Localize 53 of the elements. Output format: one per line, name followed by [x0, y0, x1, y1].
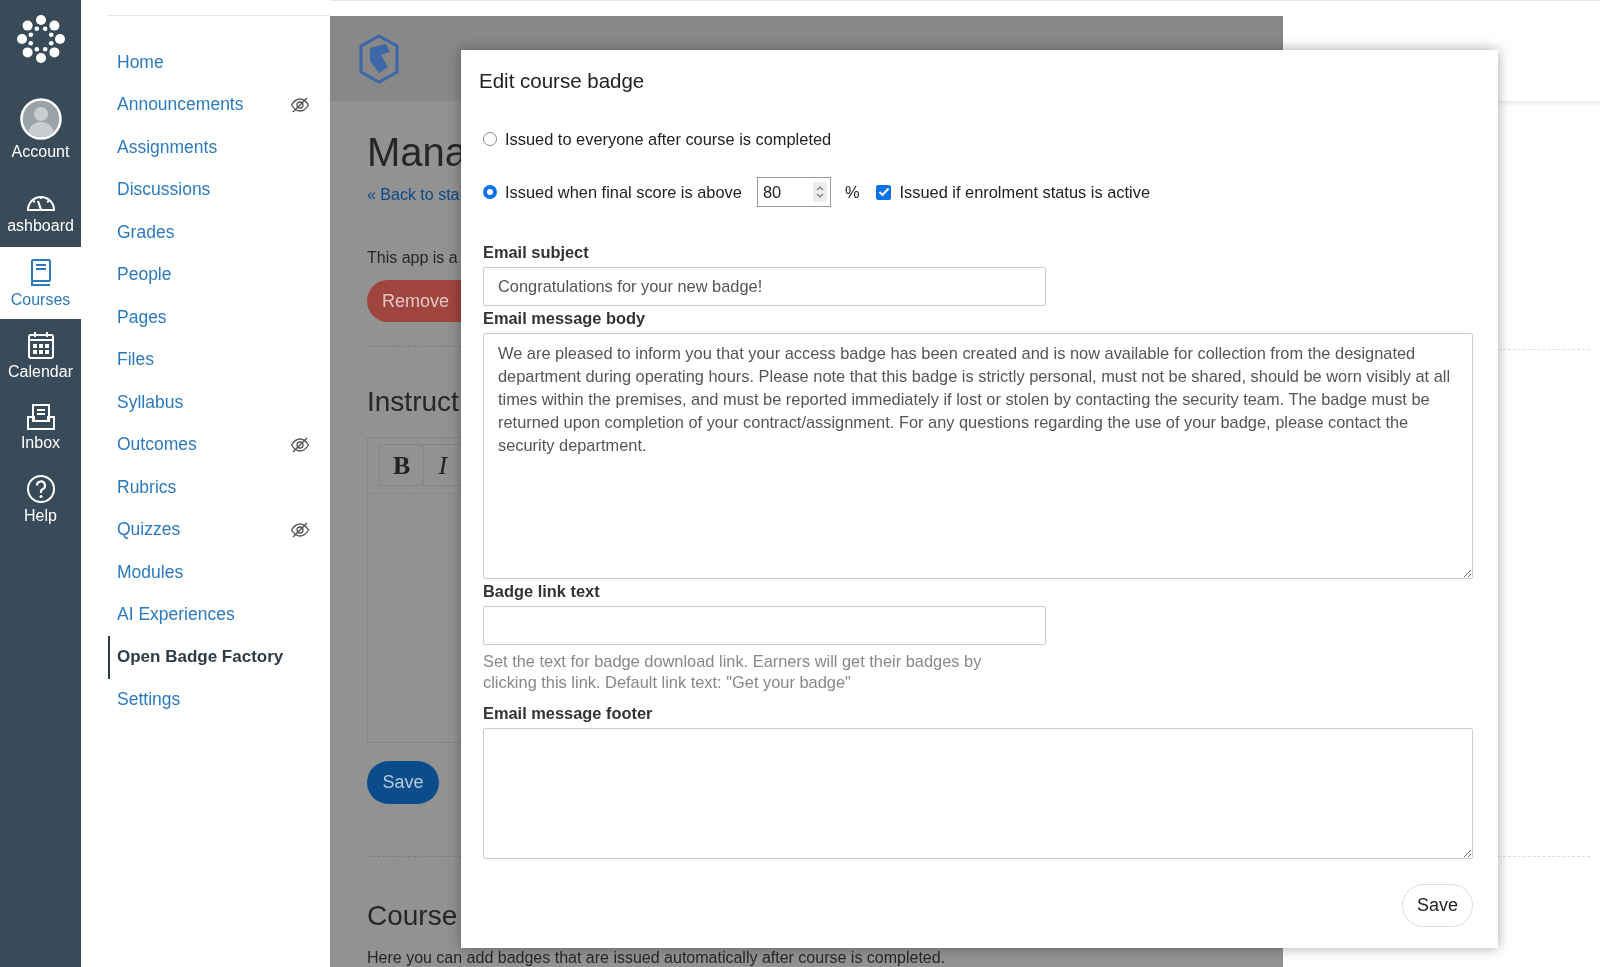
- text-field[interactable]: [483, 606, 1046, 645]
- help-text: Set the text for badge download link. Earners will get their badges by clicking this link. Default link text: "Get your badge": [483, 651, 983, 693]
- calendar-icon: [26, 329, 55, 360]
- radio-button[interactable]: [483, 185, 497, 199]
- remove-button[interactable]: Remove: [367, 280, 461, 322]
- field-label: Badge link text: [483, 582, 601, 600]
- section-heading: Course: [367, 899, 458, 933]
- course-nav-link[interactable]: People: [117, 264, 172, 286]
- global-nav-item[interactable]: Help: [0, 463, 81, 535]
- field-label: Email message footer: [483, 704, 654, 722]
- section-description: Here you can add badges that are issued automatically after course is completed.: [367, 949, 946, 966]
- course-nav-link[interactable]: Rubrics: [117, 476, 177, 498]
- section-heading: Instruct: [367, 385, 459, 419]
- global-nav-item[interactable]: Calendar: [0, 319, 81, 391]
- global-nav-item[interactable]: Account: [0, 78, 81, 175]
- field-label: Email subject: [483, 243, 590, 261]
- option-label: Issued when final score is above: [505, 182, 742, 202]
- back-link[interactable]: « Back to sta: [367, 186, 460, 204]
- text-field[interactable]: Congratulations for your new badge!: [483, 267, 1046, 306]
- course-nav-link[interactable]: Discussions: [117, 179, 211, 201]
- radio-button[interactable]: [483, 132, 497, 146]
- course-nav-link[interactable]: Quizzes: [117, 519, 181, 541]
- avatar-icon: [19, 98, 62, 140]
- text-area[interactable]: We are pleased to inform you that your access badge has been created and is now available for collection from the designated department during operating hours. Please note that this badge is strictly personal, must not be shared, should be worn visibly at all times within the premises, and must be reported immediately if lost or stolen by contacting the security team. The badge must be returned upon completion of your contract/assignment. For any questions regarding the use of your badge, please contact the security department.: [483, 333, 1473, 579]
- course-nav-link[interactable]: Files: [117, 349, 154, 371]
- checkbox-label: Issued if enrolment status is active: [899, 182, 1150, 202]
- field-label: Email message body: [483, 309, 647, 327]
- help-icon: [25, 473, 56, 504]
- course-nav-link[interactable]: Modules: [117, 561, 184, 583]
- inbox-icon: [25, 402, 56, 431]
- checkbox[interactable]: [876, 184, 892, 200]
- course-nav-link[interactable]: Settings: [117, 689, 181, 711]
- option-label: Issued to everyone after course is completed: [505, 129, 832, 149]
- course-nav-link[interactable]: Assignments: [117, 136, 218, 158]
- course-nav-link[interactable]: Open Badge Factory: [117, 647, 284, 668]
- percent-sign: %: [844, 182, 860, 202]
- global-nav-item[interactable]: Inbox: [0, 391, 81, 463]
- course-nav-link[interactable]: Home: [117, 51, 164, 73]
- save-button[interactable]: Save: [367, 761, 439, 804]
- course-nav-link[interactable]: Pages: [117, 306, 167, 328]
- intro-text: This app is a: [367, 249, 458, 267]
- course-nav-link[interactable]: Grades: [117, 221, 175, 243]
- course-nav-link[interactable]: Announcements: [117, 94, 244, 116]
- course-nav-link[interactable]: AI Experiences: [117, 604, 235, 626]
- course-nav-link[interactable]: Syllabus: [117, 391, 184, 413]
- save-button[interactable]: Save: [1402, 884, 1473, 927]
- hexagon-logo-icon: [358, 33, 400, 84]
- course-nav-link[interactable]: Outcomes: [117, 434, 197, 456]
- logo-icon: [15, 14, 66, 64]
- global-nav-item[interactable]: ashboard: [0, 175, 81, 247]
- global-nav-item[interactable]: Courses: [0, 247, 81, 319]
- dialog-title: Edit course badge: [479, 68, 646, 94]
- editor-format-button[interactable]: B: [379, 444, 425, 486]
